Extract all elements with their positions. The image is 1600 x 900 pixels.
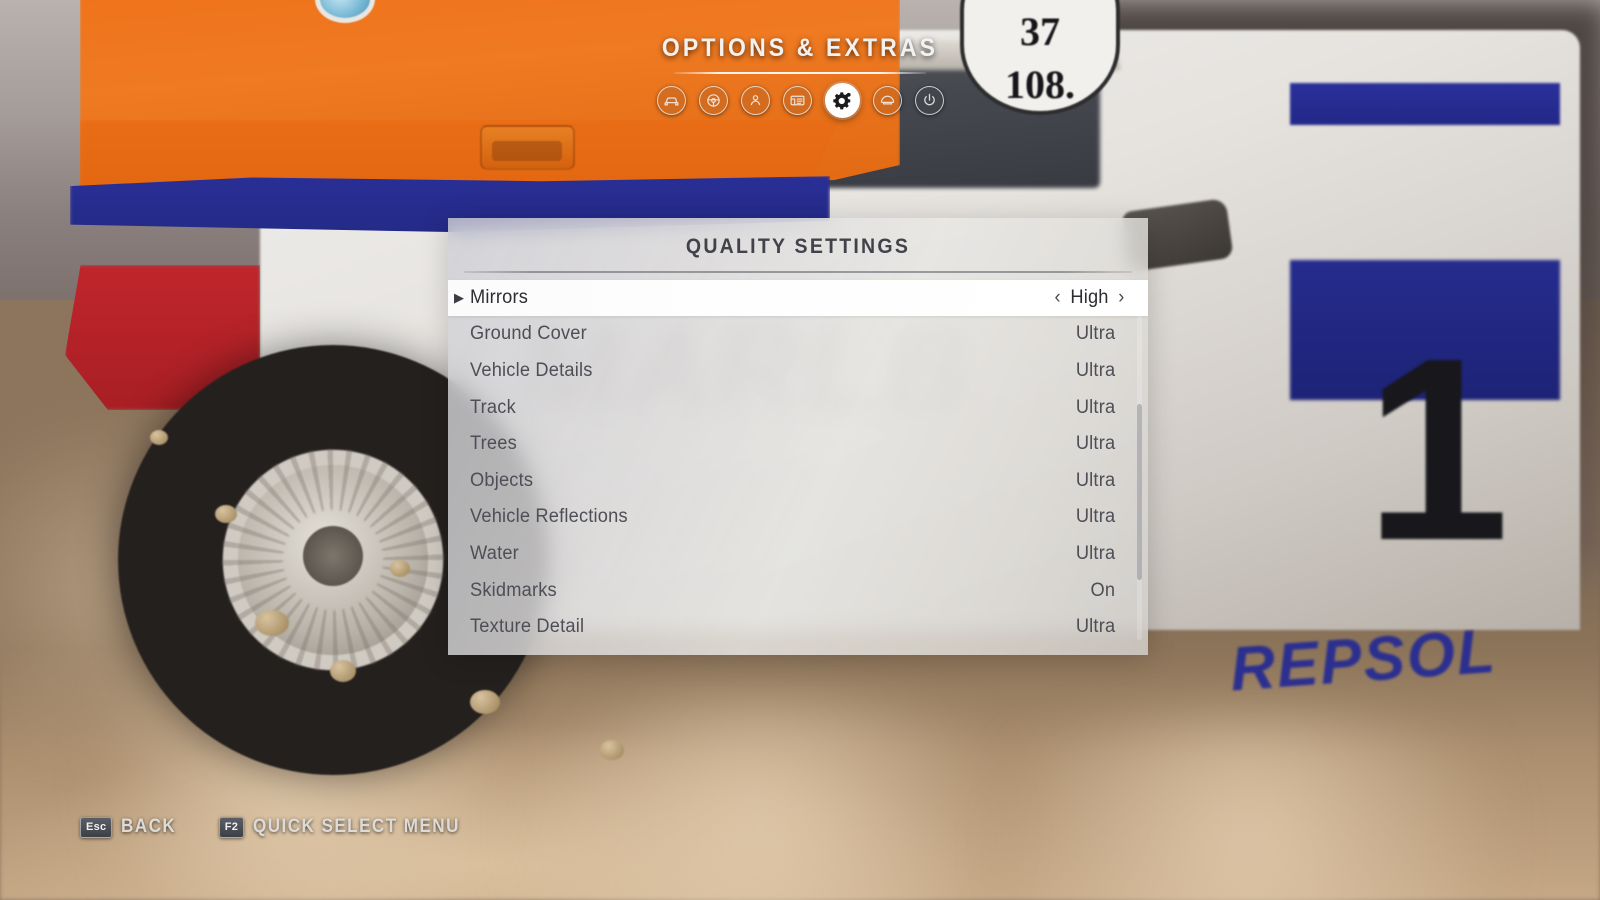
key-f2: F2 xyxy=(218,816,245,838)
setting-row-mirrors[interactable]: ▶ Mirrors ‹ High › xyxy=(448,279,1148,317)
footer-action-label: QUICK SELECT MENU xyxy=(253,816,461,837)
tab-power-icon[interactable] xyxy=(914,86,944,115)
setting-value-stepper[interactable]: ‹ High › xyxy=(1055,287,1125,309)
tab-helmet-icon[interactable] xyxy=(872,86,902,115)
car-race-number: 1 xyxy=(1365,305,1510,595)
setting-row-texture-detail[interactable]: Texture Detail Ultra xyxy=(448,609,1148,646)
setting-value-stepper[interactable]: Ultra xyxy=(1066,360,1125,382)
setting-label: Water xyxy=(470,543,519,565)
setting-value-stepper[interactable]: Ultra xyxy=(1066,506,1125,528)
setting-row-objects[interactable]: Objects Ultra xyxy=(448,463,1148,500)
options-category-tabs xyxy=(0,83,1600,118)
setting-value-stepper[interactable]: Ultra xyxy=(1066,323,1125,345)
footer-action-quick-select[interactable]: F2 QUICK SELECT MENU xyxy=(218,816,483,838)
setting-value: Ultra xyxy=(1075,433,1116,455)
chevron-left-icon[interactable]: ‹ xyxy=(1055,287,1061,309)
footer-action-back[interactable]: Esc BACK xyxy=(80,816,183,838)
setting-value-stepper[interactable]: On xyxy=(1081,580,1125,602)
mud-splatter xyxy=(470,690,500,714)
setting-label: Trees xyxy=(470,433,517,455)
setting-value: Ultra xyxy=(1075,360,1116,382)
setting-value: Ultra xyxy=(1075,543,1116,565)
panel-divider xyxy=(464,271,1132,273)
tab-display-list-icon[interactable] xyxy=(782,86,812,115)
options-header: OPTIONS & EXTRAS xyxy=(0,34,1600,118)
setting-value: Ultra xyxy=(1075,396,1116,418)
setting-label: Vehicle Reflections xyxy=(470,506,628,528)
tab-gear-icon[interactable] xyxy=(824,83,860,118)
setting-row-track[interactable]: Track Ultra xyxy=(448,389,1148,426)
setting-label: Mirrors xyxy=(470,286,529,308)
selection-marker-icon: ▶ xyxy=(454,290,465,306)
tab-driver-profile-icon[interactable] xyxy=(740,86,770,115)
settings-scrollbar-thumb[interactable] xyxy=(1137,404,1142,580)
setting-value: Ultra xyxy=(1075,469,1116,491)
setting-value: Ultra xyxy=(1075,506,1116,528)
mud-splatter xyxy=(255,610,289,636)
mud-splatter xyxy=(600,740,624,760)
tab-car-icon[interactable] xyxy=(656,86,686,115)
panel-title: QUALITY SETTINGS xyxy=(685,235,911,258)
setting-row-ground-cover[interactable]: Ground Cover Ultra xyxy=(448,316,1148,353)
setting-value-stepper[interactable]: Ultra xyxy=(1066,433,1125,455)
setting-label: Texture Detail xyxy=(470,616,585,638)
setting-value-stepper[interactable]: Ultra xyxy=(1066,397,1125,419)
header-divider xyxy=(674,72,926,74)
setting-label: Ground Cover xyxy=(470,323,587,345)
setting-value-stepper[interactable]: Ultra xyxy=(1066,543,1125,565)
setting-value-stepper[interactable]: Ultra xyxy=(1066,470,1125,492)
setting-label: Skidmarks xyxy=(470,579,557,601)
mud-splatter xyxy=(150,430,168,445)
setting-value: Ultra xyxy=(1075,323,1116,345)
sign-line-1: 227 xyxy=(964,0,1116,6)
mud-splatter xyxy=(330,660,356,682)
mud-splatter xyxy=(390,560,410,577)
footer-action-label: BACK xyxy=(121,816,177,837)
mud-splatter xyxy=(215,505,237,523)
quality-settings-panel: QUALITY SETTINGS ▶ Mirrors ‹ High › Grou… xyxy=(448,218,1148,655)
setting-label: Objects xyxy=(470,469,534,491)
setting-row-vehicle-reflections[interactable]: Vehicle Reflections Ultra xyxy=(448,499,1148,536)
game-settings-screen: MARLB 227 37 108. 1 REPSOL xyxy=(0,0,1600,900)
setting-label: Track xyxy=(470,396,516,418)
key-esc: Esc xyxy=(80,816,113,838)
setting-value: High xyxy=(1070,286,1109,308)
setting-row-skidmarks[interactable]: Skidmarks On xyxy=(448,572,1148,609)
settings-list: ▶ Mirrors ‹ High › Ground Cover Ultra Ve… xyxy=(448,279,1148,646)
setting-label: Vehicle Details xyxy=(470,360,593,382)
chevron-right-icon[interactable]: › xyxy=(1118,287,1124,309)
setting-row-vehicle-details[interactable]: Vehicle Details Ultra xyxy=(448,353,1148,390)
setting-row-trees[interactable]: Trees Ultra xyxy=(448,426,1148,463)
setting-value: On xyxy=(1090,579,1116,601)
setting-row-water[interactable]: Water Ultra xyxy=(448,536,1148,573)
setting-value: Ultra xyxy=(1075,616,1116,638)
setting-value-stepper[interactable]: Ultra xyxy=(1066,616,1125,638)
car-door-handle xyxy=(480,125,575,170)
footer-action-bar: Esc BACK F2 QUICK SELECT MENU xyxy=(80,816,483,838)
page-title: OPTIONS & EXTRAS xyxy=(661,34,939,62)
tab-steering-wheel-icon[interactable] xyxy=(698,86,728,115)
